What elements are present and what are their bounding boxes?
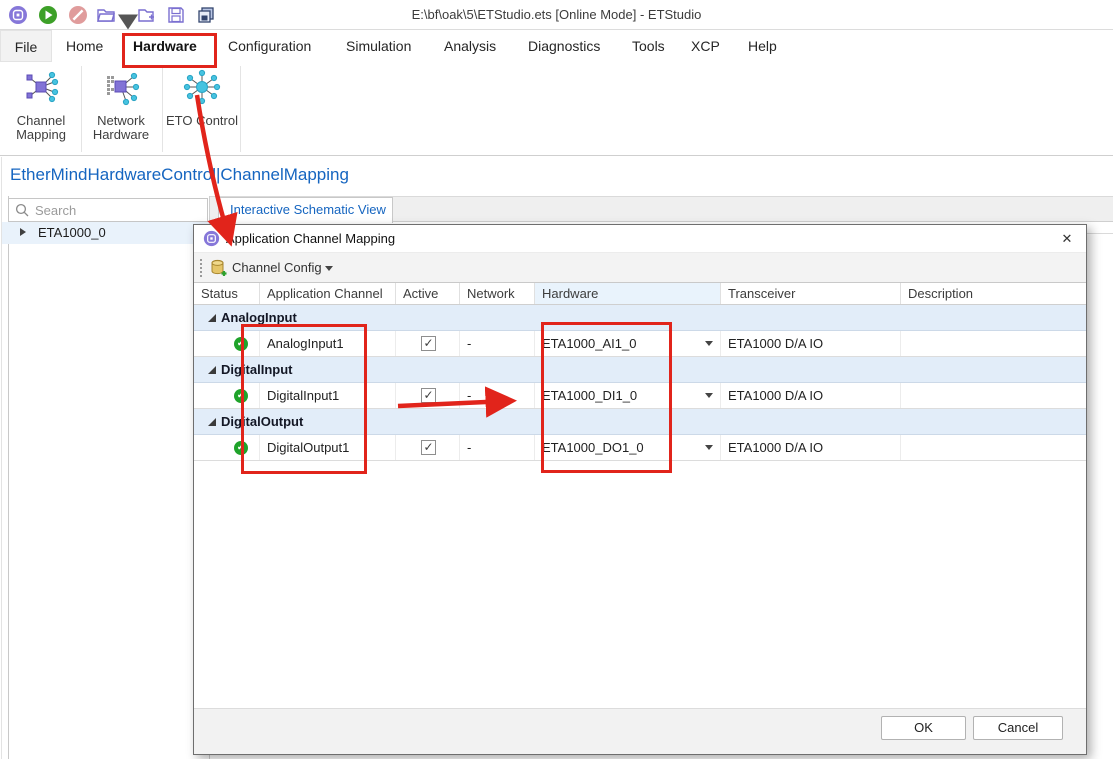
- menu-hardware[interactable]: Hardware: [133, 30, 197, 62]
- search-icon: [15, 203, 29, 217]
- table-row-digitalinput1[interactable]: DigitalInput1 - ETA1000_DI1_0 ETA1000 D/…: [194, 383, 1086, 409]
- menu-configuration[interactable]: Configuration: [228, 30, 311, 62]
- window-titlebar: E:\bf\oak\5\ETStudio.ets [Online Mode] -…: [0, 0, 1113, 30]
- dialog-title: Application Channel Mapping: [226, 225, 395, 253]
- etstudio-window: E:\bf\oak\5\ETStudio.ets [Online Mode] -…: [0, 0, 1113, 759]
- cell-description: [901, 383, 1086, 408]
- dialog-logo-icon: [203, 230, 220, 247]
- column-header-network[interactable]: Network: [460, 283, 535, 304]
- column-header-application-channel[interactable]: Application Channel: [260, 283, 396, 304]
- hardware-dropdown[interactable]: ETA1000_DI1_0: [535, 383, 721, 408]
- active-checkbox[interactable]: [421, 336, 436, 351]
- menu-file[interactable]: File: [0, 30, 52, 62]
- cell-transceiver: ETA1000 D/A IO: [721, 331, 901, 356]
- menu-diagnostics[interactable]: Diagnostics: [528, 30, 600, 62]
- dropdown-icon[interactable]: [705, 393, 713, 398]
- column-header-hardware[interactable]: Hardware: [535, 283, 721, 304]
- status-ok-icon: [234, 337, 248, 351]
- dialog-footer: OK Cancel: [194, 708, 1086, 754]
- menu-tools[interactable]: Tools: [632, 30, 665, 62]
- toolbar-grip[interactable]: [199, 259, 202, 277]
- ribbon-label: Channel Mapping: [2, 114, 80, 142]
- chevron-down-icon[interactable]: [325, 266, 333, 271]
- cell-description: [901, 435, 1086, 460]
- cell-transceiver: ETA1000 D/A IO: [721, 383, 901, 408]
- channel-config-icon: [209, 259, 227, 277]
- page-title: EtherMindHardwareControl|ChannelMapping: [10, 165, 349, 185]
- tree-item-eta1000[interactable]: ETA1000_0: [2, 222, 209, 244]
- ribbon: Channel Mapping Network Hardware: [0, 62, 1113, 156]
- cell-description: [901, 331, 1086, 356]
- tree-item-label: ETA1000_0: [38, 222, 106, 244]
- cell-network: -: [460, 435, 535, 460]
- ribbon-label: Network Hardware: [82, 114, 160, 142]
- group-expander-icon: [208, 418, 216, 426]
- group-expander-icon: [208, 314, 216, 322]
- ok-button[interactable]: OK: [881, 716, 966, 740]
- status-ok-icon: [234, 389, 248, 403]
- search-box: [8, 198, 208, 222]
- cell-application-channel: DigitalOutput1: [260, 435, 396, 460]
- hardware-value: ETA1000_AI1_0: [542, 331, 636, 356]
- column-header-transceiver[interactable]: Transceiver: [721, 283, 901, 304]
- ribbon-separator: [162, 66, 163, 152]
- ribbon-eto-control-button[interactable]: ETO Control: [163, 68, 241, 128]
- cell-application-channel: AnalogInput1: [260, 331, 396, 356]
- ribbon-separator: [240, 66, 241, 152]
- panel-border: [8, 196, 9, 759]
- cell-application-channel: DigitalInput1: [260, 383, 396, 408]
- menu-xcp[interactable]: XCP: [691, 30, 720, 62]
- hardware-value: ETA1000_DO1_0: [542, 435, 644, 460]
- status-ok-icon: [234, 441, 248, 455]
- cell-transceiver: ETA1000 D/A IO: [721, 435, 901, 460]
- channel-config-button[interactable]: Channel Config: [232, 253, 322, 283]
- active-checkbox[interactable]: [421, 440, 436, 455]
- window-edge: [1, 157, 2, 759]
- group-label: DigitalOutput: [221, 409, 303, 434]
- column-header-active[interactable]: Active: [396, 283, 460, 304]
- dropdown-icon[interactable]: [705, 445, 713, 450]
- table-row-analoginput1[interactable]: AnalogInput1 - ETA1000_AI1_0 ETA1000 D/A…: [194, 331, 1086, 357]
- eto-control-icon: [183, 68, 221, 106]
- menu-help[interactable]: Help: [748, 30, 777, 62]
- group-expander-icon: [208, 366, 216, 374]
- ribbon-network-hardware-button[interactable]: Network Hardware: [82, 68, 160, 142]
- group-label: DigitalInput: [221, 357, 293, 382]
- ribbon-channel-mapping-button[interactable]: Channel Mapping: [2, 68, 80, 142]
- column-header-description[interactable]: Description: [901, 283, 1086, 304]
- window-title: E:\bf\oak\5\ETStudio.ets [Online Mode] -…: [0, 0, 1113, 30]
- application-channel-mapping-dialog: Application Channel Mapping Channel Conf…: [193, 224, 1087, 755]
- dialog-titlebar[interactable]: Application Channel Mapping: [194, 225, 1086, 253]
- group-row-analoginput[interactable]: AnalogInput: [194, 305, 1086, 331]
- table-row-digitaloutput1[interactable]: DigitalOutput1 - ETA1000_DO1_0 ETA1000 D…: [194, 435, 1086, 461]
- active-checkbox[interactable]: [421, 388, 436, 403]
- cell-network: -: [460, 383, 535, 408]
- channel-mapping-icon: [22, 68, 60, 106]
- group-row-digitalinput[interactable]: DigitalInput: [194, 357, 1086, 383]
- menu-simulation[interactable]: Simulation: [346, 30, 411, 62]
- expand-arrow-icon[interactable]: [20, 228, 26, 236]
- table-header: Status Application Channel Active Networ…: [194, 283, 1086, 305]
- menu-analysis[interactable]: Analysis: [444, 30, 496, 62]
- cell-network: -: [460, 331, 535, 356]
- cancel-button[interactable]: Cancel: [973, 716, 1063, 740]
- close-icon[interactable]: [1056, 228, 1078, 250]
- hardware-value: ETA1000_DI1_0: [542, 383, 637, 408]
- network-hardware-icon: [102, 68, 140, 106]
- ribbon-label: ETO Control: [163, 114, 241, 128]
- ribbon-separator: [81, 66, 82, 152]
- menu-home[interactable]: Home: [66, 30, 103, 62]
- document-tabstrip: Interactive Schematic View: [210, 196, 1113, 222]
- hardware-dropdown[interactable]: ETA1000_DO1_0: [535, 435, 721, 460]
- search-input[interactable]: [35, 200, 205, 220]
- menu-bar: File Home Hardware Configuration Simulat…: [0, 30, 1113, 62]
- dialog-toolbar: Channel Config: [194, 253, 1086, 283]
- dropdown-icon[interactable]: [705, 341, 713, 346]
- hardware-dropdown[interactable]: ETA1000_AI1_0: [535, 331, 721, 356]
- group-label: AnalogInput: [221, 305, 297, 330]
- dialog-empty-area: [194, 461, 1086, 708]
- tab-interactive-schematic-view[interactable]: Interactive Schematic View: [218, 197, 393, 223]
- column-header-status[interactable]: Status: [194, 283, 260, 304]
- group-row-digitaloutput[interactable]: DigitalOutput: [194, 409, 1086, 435]
